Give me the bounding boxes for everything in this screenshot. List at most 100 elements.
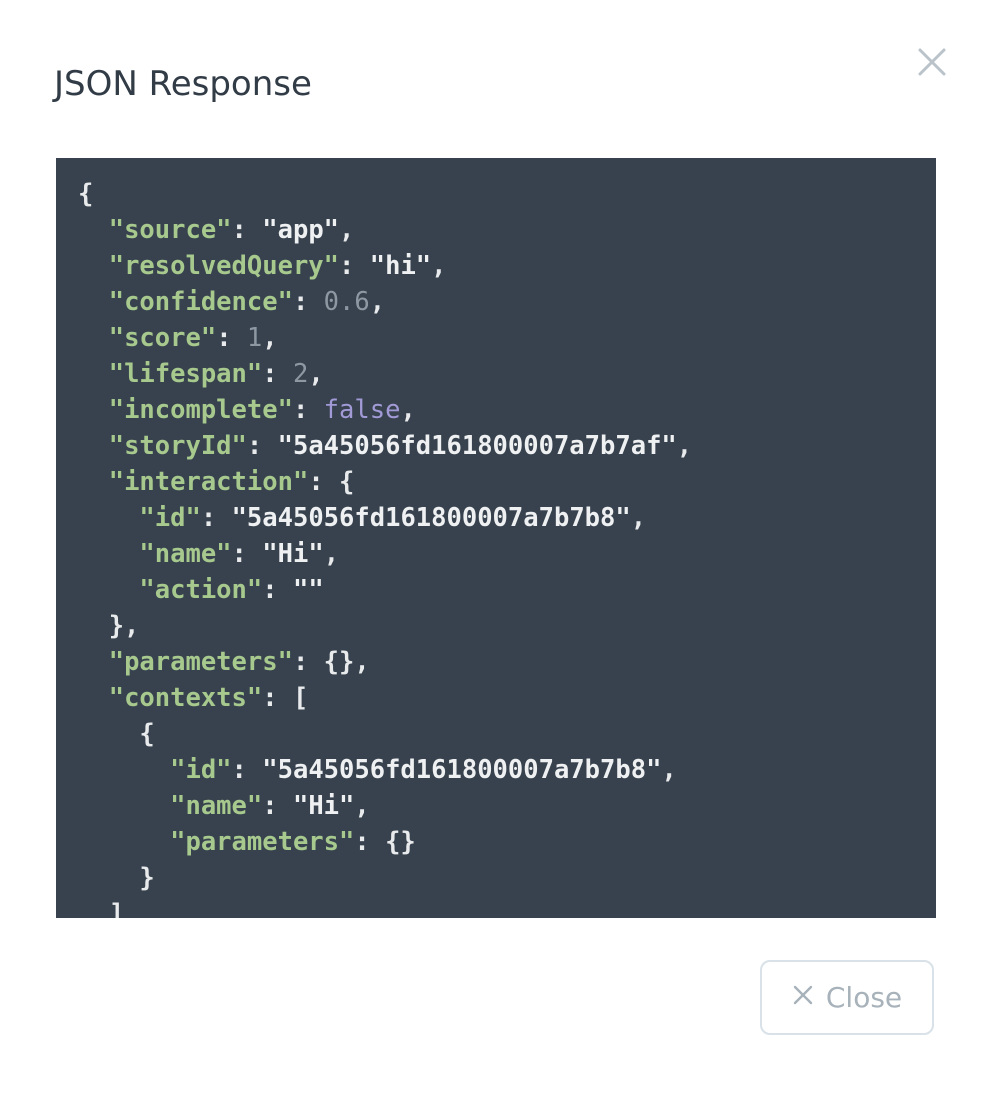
code-token: : [262, 359, 293, 389]
code-token: { [78, 179, 94, 209]
code-token: : [ [262, 683, 309, 713]
code-line: "name": "Hi", [78, 536, 692, 572]
code-token: , [676, 431, 693, 461]
code-token: "resolvedQuery" [108, 251, 340, 281]
code-line: }, [78, 608, 692, 644]
code-token: : [292, 287, 324, 317]
code-token: : [292, 395, 324, 425]
close-button[interactable]: Close [760, 960, 934, 1035]
code-token: "name" [139, 539, 232, 569]
code-line: "storyId": "5a45056fd161800007a7b7af", [78, 428, 692, 464]
code-token: : [200, 503, 232, 533]
code-token: : [231, 539, 263, 569]
code-line: "parameters": {}, [78, 644, 692, 680]
code-token: 1 [246, 323, 263, 353]
json-response-modal: JSON Response { "source": "app", "resolv… [0, 0, 990, 1118]
code-token: : {}, [292, 647, 370, 677]
code-token: }, [78, 611, 140, 641]
code-token: "5a45056fd161800007a7b7af" [277, 431, 677, 461]
code-token: "id" [170, 755, 232, 785]
code-token: , [354, 791, 370, 821]
code-token: "parameters" [108, 647, 293, 677]
code-token: , [369, 287, 386, 317]
code-line: "action": "" [78, 572, 692, 608]
code-line: { [78, 176, 692, 212]
code-token: , [323, 539, 340, 569]
code-line: "parameters": {} [78, 824, 692, 860]
code-token: 0.6 [323, 287, 370, 317]
code-line: { [78, 716, 692, 752]
code-token: "app" [262, 215, 340, 245]
code-token: "action" [139, 575, 263, 605]
code-line: "contexts": [ [78, 680, 692, 716]
code-token: : [216, 323, 247, 353]
code-token: "lifespan" [108, 359, 263, 389]
code-token: "interaction" [108, 467, 309, 497]
code-token: } [78, 863, 155, 893]
code-token: "confidence" [108, 287, 293, 317]
code-token: "Hi" [262, 539, 324, 569]
code-line: "confidence": 0.6, [78, 284, 692, 320]
code-token: , [431, 251, 447, 281]
code-token: : { [308, 467, 355, 497]
code-token: ] [78, 899, 125, 918]
code-token: , [339, 215, 355, 245]
modal-title: JSON Response [54, 64, 312, 104]
close-button-label: Close [825, 981, 903, 1014]
code-token: "Hi" [292, 791, 355, 821]
code-token: "source" [108, 215, 232, 245]
code-line: } [78, 860, 692, 896]
code-line: "incomplete": false, [78, 392, 692, 428]
json-code-panel[interactable]: { "source": "app", "resolvedQuery": "hi"… [56, 158, 936, 918]
code-token: : {} [354, 827, 416, 857]
json-code: { "source": "app", "resolvedQuery": "hi"… [78, 176, 692, 918]
code-line: "name": "Hi", [78, 788, 692, 824]
close-icon [792, 984, 814, 1011]
code-line: "score": 1, [78, 320, 692, 356]
code-line: ] [78, 896, 692, 918]
code-token: : [262, 575, 293, 605]
code-token: , [262, 323, 278, 353]
code-token: , [630, 503, 647, 533]
code-token: , [400, 395, 416, 425]
code-token: "score" [108, 323, 217, 353]
code-token: "" [292, 575, 324, 605]
code-token: "storyId" [108, 431, 247, 461]
code-line: "resolvedQuery": "hi", [78, 248, 692, 284]
code-token: : [231, 755, 263, 785]
code-token: , [308, 359, 324, 389]
code-token: false [323, 395, 401, 425]
close-icon[interactable] [912, 42, 952, 82]
code-line: "id": "5a45056fd161800007a7b7b8", [78, 500, 692, 536]
code-token: 2 [292, 359, 309, 389]
code-token: { [78, 719, 155, 749]
code-line: "id": "5a45056fd161800007a7b7b8", [78, 752, 692, 788]
code-line: "interaction": { [78, 464, 692, 500]
code-token: : [339, 251, 370, 281]
code-token: "parameters" [170, 827, 355, 857]
code-token: : [246, 431, 278, 461]
code-token: "5a45056fd161800007a7b7b8" [262, 755, 662, 785]
code-token: "5a45056fd161800007a7b7b8" [231, 503, 631, 533]
code-token: "contexts" [108, 683, 263, 713]
code-token: : [262, 791, 293, 821]
code-token: "incomplete" [108, 395, 293, 425]
code-token: , [661, 755, 677, 785]
code-line: "lifespan": 2, [78, 356, 692, 392]
